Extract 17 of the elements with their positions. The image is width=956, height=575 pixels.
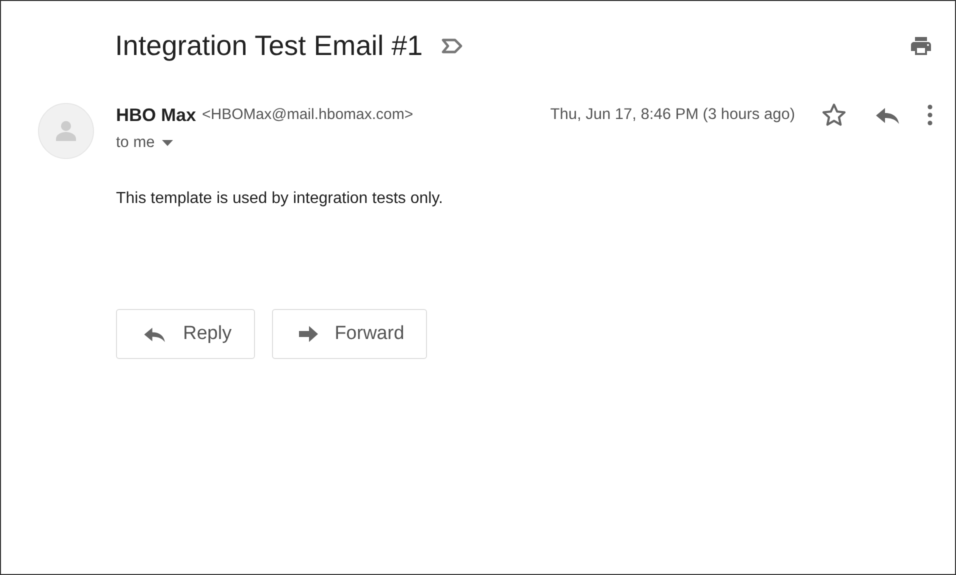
recipient-label: to me — [116, 133, 155, 153]
reply-icon — [143, 325, 167, 344]
sender-email: <HBOMax@mail.hbomax.com> — [202, 104, 414, 125]
message-body: This template is used by integration tests only. — [116, 189, 444, 210]
message-date: Thu, Jun 17, 8:46 PM (3 hours ago) — [550, 105, 795, 126]
caret-icon[interactable] — [162, 140, 173, 146]
label-icon[interactable] — [440, 38, 463, 54]
forward-button[interactable]: Forward — [272, 309, 428, 360]
print-icon[interactable] — [909, 34, 933, 58]
arrow-icon — [298, 326, 319, 342]
avatar-icon — [38, 103, 94, 159]
sender-name: HBO Max — [116, 104, 196, 126]
more-icon[interactable] — [927, 104, 933, 126]
star-icon[interactable] — [821, 102, 847, 128]
reply-icon[interactable] — [875, 105, 901, 125]
reply-button[interactable]: Reply — [116, 309, 255, 360]
email-subject: Integration Test Email #1 — [115, 32, 423, 60]
